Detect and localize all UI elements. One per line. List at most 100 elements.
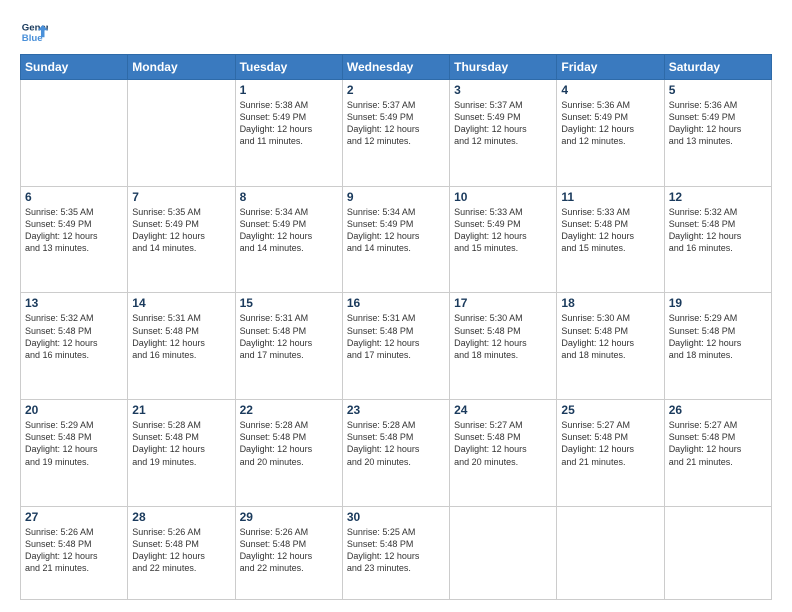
day-number: 25 bbox=[561, 403, 659, 417]
calendar-cell: 1 Sunrise: 5:38 AM Sunset: 5:49 PM Daylig… bbox=[235, 80, 342, 187]
day-number: 13 bbox=[25, 296, 123, 310]
day-number: 4 bbox=[561, 83, 659, 97]
calendar-week-row: 13 Sunrise: 5:32 AM Sunset: 5:48 PM Dayli… bbox=[21, 293, 772, 400]
day-number: 19 bbox=[669, 296, 767, 310]
day-info: Sunrise: 5:26 AM Sunset: 5:48 PM Dayligh… bbox=[25, 526, 123, 575]
day-info: Sunrise: 5:33 AM Sunset: 5:49 PM Dayligh… bbox=[454, 206, 552, 255]
day-info: Sunrise: 5:34 AM Sunset: 5:49 PM Dayligh… bbox=[347, 206, 445, 255]
weekday-header-monday: Monday bbox=[128, 55, 235, 80]
calendar-cell: 5 Sunrise: 5:36 AM Sunset: 5:49 PM Daylig… bbox=[664, 80, 771, 187]
calendar-cell: 3Sunrise: 5:37 AM Sunset: 5:49 PM Daylig… bbox=[450, 80, 557, 187]
day-number: 8 bbox=[240, 190, 338, 204]
day-info: Sunrise: 5:28 AM Sunset: 5:48 PM Dayligh… bbox=[240, 419, 338, 468]
day-info: Sunrise: 5:27 AM Sunset: 5:48 PM Dayligh… bbox=[454, 419, 552, 468]
day-info: Sunrise: 5:32 AM Sunset: 5:48 PM Dayligh… bbox=[669, 206, 767, 255]
day-info: Sunrise: 5:26 AM Sunset: 5:48 PM Dayligh… bbox=[240, 526, 338, 575]
day-number: 2 bbox=[347, 83, 445, 97]
day-number: 14 bbox=[132, 296, 230, 310]
day-number: 30 bbox=[347, 510, 445, 524]
calendar-cell: 27 Sunrise: 5:26 AM Sunset: 5:48 PM Dayli… bbox=[21, 506, 128, 599]
calendar-cell: 25 Sunrise: 5:27 AM Sunset: 5:48 PM Dayli… bbox=[557, 400, 664, 507]
logo-icon: General Blue bbox=[20, 18, 48, 46]
calendar-cell: 2 Sunrise: 5:37 AM Sunset: 5:49 PM Daylig… bbox=[342, 80, 449, 187]
calendar-week-row: 27 Sunrise: 5:26 AM Sunset: 5:48 PM Dayli… bbox=[21, 506, 772, 599]
calendar-cell: 14 Sunrise: 5:31 AM Sunset: 5:48 PM Dayli… bbox=[128, 293, 235, 400]
calendar-cell bbox=[557, 506, 664, 599]
weekday-header-wednesday: Wednesday bbox=[342, 55, 449, 80]
calendar-cell: 26Sunrise: 5:27 AM Sunset: 5:48 PM Dayli… bbox=[664, 400, 771, 507]
svg-text:Blue: Blue bbox=[22, 33, 43, 44]
weekday-header-row: SundayMondayTuesdayWednesdayThursdayFrid… bbox=[21, 55, 772, 80]
logo: General Blue bbox=[20, 18, 48, 46]
day-info: Sunrise: 5:36 AM Sunset: 5:49 PM Dayligh… bbox=[561, 99, 659, 148]
day-number: 15 bbox=[240, 296, 338, 310]
day-info: Sunrise: 5:30 AM Sunset: 5:48 PM Dayligh… bbox=[561, 312, 659, 361]
day-info: Sunrise: 5:36 AM Sunset: 5:49 PM Dayligh… bbox=[669, 99, 767, 148]
calendar-cell: 21Sunrise: 5:28 AM Sunset: 5:48 PM Dayli… bbox=[128, 400, 235, 507]
calendar-cell: 15 Sunrise: 5:31 AM Sunset: 5:48 PM Dayli… bbox=[235, 293, 342, 400]
calendar-cell: 19Sunrise: 5:29 AM Sunset: 5:48 PM Dayli… bbox=[664, 293, 771, 400]
calendar-week-row: 1 Sunrise: 5:38 AM Sunset: 5:49 PM Daylig… bbox=[21, 80, 772, 187]
day-info: Sunrise: 5:35 AM Sunset: 5:49 PM Dayligh… bbox=[25, 206, 123, 255]
calendar-cell: 10Sunrise: 5:33 AM Sunset: 5:49 PM Dayli… bbox=[450, 186, 557, 293]
header: General Blue bbox=[20, 18, 772, 46]
weekday-header-sunday: Sunday bbox=[21, 55, 128, 80]
weekday-header-thursday: Thursday bbox=[450, 55, 557, 80]
day-number: 17 bbox=[454, 296, 552, 310]
day-info: Sunrise: 5:35 AM Sunset: 5:49 PM Dayligh… bbox=[132, 206, 230, 255]
day-number: 7 bbox=[132, 190, 230, 204]
day-info: Sunrise: 5:28 AM Sunset: 5:48 PM Dayligh… bbox=[132, 419, 230, 468]
day-info: Sunrise: 5:33 AM Sunset: 5:48 PM Dayligh… bbox=[561, 206, 659, 255]
day-number: 12 bbox=[669, 190, 767, 204]
calendar-cell: 22 Sunrise: 5:28 AM Sunset: 5:48 PM Dayli… bbox=[235, 400, 342, 507]
day-number: 16 bbox=[347, 296, 445, 310]
day-number: 27 bbox=[25, 510, 123, 524]
calendar-table: SundayMondayTuesdayWednesdayThursdayFrid… bbox=[20, 54, 772, 600]
calendar-cell: 12 Sunrise: 5:32 AM Sunset: 5:48 PM Dayli… bbox=[664, 186, 771, 293]
calendar-cell bbox=[664, 506, 771, 599]
day-info: Sunrise: 5:31 AM Sunset: 5:48 PM Dayligh… bbox=[240, 312, 338, 361]
day-info: Sunrise: 5:34 AM Sunset: 5:49 PM Dayligh… bbox=[240, 206, 338, 255]
calendar-cell: 20Sunrise: 5:29 AM Sunset: 5:48 PM Dayli… bbox=[21, 400, 128, 507]
day-number: 6 bbox=[25, 190, 123, 204]
day-number: 5 bbox=[669, 83, 767, 97]
day-number: 18 bbox=[561, 296, 659, 310]
day-info: Sunrise: 5:31 AM Sunset: 5:48 PM Dayligh… bbox=[132, 312, 230, 361]
day-number: 29 bbox=[240, 510, 338, 524]
day-info: Sunrise: 5:28 AM Sunset: 5:48 PM Dayligh… bbox=[347, 419, 445, 468]
day-info: Sunrise: 5:25 AM Sunset: 5:48 PM Dayligh… bbox=[347, 526, 445, 575]
day-number: 11 bbox=[561, 190, 659, 204]
day-number: 26 bbox=[669, 403, 767, 417]
day-info: Sunrise: 5:26 AM Sunset: 5:48 PM Dayligh… bbox=[132, 526, 230, 575]
calendar-cell: 4 Sunrise: 5:36 AM Sunset: 5:49 PM Daylig… bbox=[557, 80, 664, 187]
calendar-week-row: 6 Sunrise: 5:35 AM Sunset: 5:49 PM Daylig… bbox=[21, 186, 772, 293]
day-info: Sunrise: 5:38 AM Sunset: 5:49 PM Dayligh… bbox=[240, 99, 338, 148]
day-number: 22 bbox=[240, 403, 338, 417]
weekday-header-tuesday: Tuesday bbox=[235, 55, 342, 80]
day-info: Sunrise: 5:32 AM Sunset: 5:48 PM Dayligh… bbox=[25, 312, 123, 361]
day-number: 24 bbox=[454, 403, 552, 417]
calendar-cell bbox=[128, 80, 235, 187]
calendar-cell: 9Sunrise: 5:34 AM Sunset: 5:49 PM Daylig… bbox=[342, 186, 449, 293]
calendar-cell: 23 Sunrise: 5:28 AM Sunset: 5:48 PM Dayli… bbox=[342, 400, 449, 507]
calendar-cell bbox=[21, 80, 128, 187]
calendar-cell: 6 Sunrise: 5:35 AM Sunset: 5:49 PM Daylig… bbox=[21, 186, 128, 293]
calendar-page: General Blue SundayMondayTuesdayWednesda… bbox=[0, 0, 792, 612]
day-number: 3 bbox=[454, 83, 552, 97]
calendar-cell: 8 Sunrise: 5:34 AM Sunset: 5:49 PM Daylig… bbox=[235, 186, 342, 293]
calendar-cell: 30 Sunrise: 5:25 AM Sunset: 5:48 PM Dayli… bbox=[342, 506, 449, 599]
day-number: 1 bbox=[240, 83, 338, 97]
calendar-cell: 17 Sunrise: 5:30 AM Sunset: 5:48 PM Dayli… bbox=[450, 293, 557, 400]
day-info: Sunrise: 5:27 AM Sunset: 5:48 PM Dayligh… bbox=[561, 419, 659, 468]
calendar-cell: 24 Sunrise: 5:27 AM Sunset: 5:48 PM Dayli… bbox=[450, 400, 557, 507]
day-number: 20 bbox=[25, 403, 123, 417]
calendar-cell: 11 Sunrise: 5:33 AM Sunset: 5:48 PM Dayli… bbox=[557, 186, 664, 293]
calendar-cell: 7 Sunrise: 5:35 AM Sunset: 5:49 PM Daylig… bbox=[128, 186, 235, 293]
day-number: 23 bbox=[347, 403, 445, 417]
weekday-header-saturday: Saturday bbox=[664, 55, 771, 80]
weekday-header-friday: Friday bbox=[557, 55, 664, 80]
day-info: Sunrise: 5:30 AM Sunset: 5:48 PM Dayligh… bbox=[454, 312, 552, 361]
calendar-cell: 18 Sunrise: 5:30 AM Sunset: 5:48 PM Dayli… bbox=[557, 293, 664, 400]
day-info: Sunrise: 5:37 AM Sunset: 5:49 PM Dayligh… bbox=[347, 99, 445, 148]
calendar-cell: 28Sunrise: 5:26 AM Sunset: 5:48 PM Dayli… bbox=[128, 506, 235, 599]
